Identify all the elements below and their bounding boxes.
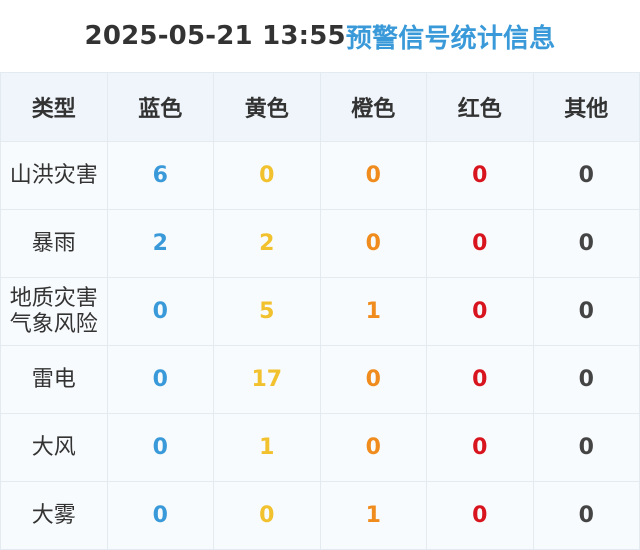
cell-red-count: 0 bbox=[426, 345, 534, 414]
cell-yellow-count: 2 bbox=[213, 209, 321, 278]
row-type-label: 暴雨 bbox=[0, 209, 108, 278]
cell-other-count: 0 bbox=[532, 413, 640, 482]
cell-other-count: 0 bbox=[532, 209, 640, 278]
cell-orange-count: 1 bbox=[319, 277, 427, 346]
cell-blue-count: 0 bbox=[106, 413, 214, 482]
title-text: 预警信号统计信息 bbox=[345, 23, 556, 54]
type-label-line: 暴雨 bbox=[31, 230, 76, 256]
type-label-line: 气象风险 bbox=[9, 311, 98, 337]
cell-blue-count: 6 bbox=[106, 141, 214, 210]
column-header-blue: 蓝色 bbox=[106, 72, 214, 142]
cell-orange-count: 0 bbox=[319, 345, 427, 414]
page-title: 2025-05-21 13:55 预警信号统计信息 bbox=[0, 0, 640, 72]
cell-red-count: 0 bbox=[426, 141, 534, 210]
cell-yellow-count: 0 bbox=[213, 141, 321, 210]
cell-yellow-count: 5 bbox=[213, 277, 321, 346]
column-header-other: 其他 bbox=[532, 72, 640, 142]
table-header-row: 类型 蓝色 黄色 橙色 红色 其他 bbox=[0, 72, 640, 142]
table-row: 地质灾害 气象风险 0 5 1 0 0 bbox=[0, 277, 640, 346]
cell-yellow-count: 17 bbox=[213, 345, 321, 414]
table-row: 山洪灾害 6 0 0 0 0 bbox=[0, 141, 640, 210]
cell-orange-count: 0 bbox=[319, 141, 427, 210]
cell-red-count: 0 bbox=[426, 209, 534, 278]
cell-blue-count: 0 bbox=[106, 481, 214, 550]
table-row: 大雾 0 0 1 0 0 bbox=[0, 481, 640, 550]
row-type-label: 地质灾害 气象风险 bbox=[0, 277, 108, 346]
type-label-line: 地质灾害 bbox=[9, 285, 98, 311]
type-label-line: 大风 bbox=[31, 434, 76, 460]
row-type-label: 雷电 bbox=[0, 345, 108, 414]
column-header-red: 红色 bbox=[426, 72, 534, 142]
cell-other-count: 0 bbox=[532, 345, 640, 414]
cell-red-count: 0 bbox=[426, 277, 534, 346]
cell-other-count: 0 bbox=[532, 481, 640, 550]
cell-blue-count: 0 bbox=[106, 345, 214, 414]
column-header-type: 类型 bbox=[0, 72, 108, 142]
cell-orange-count: 0 bbox=[319, 413, 427, 482]
row-type-label: 山洪灾害 bbox=[0, 141, 108, 210]
cell-orange-count: 1 bbox=[319, 481, 427, 550]
column-header-yellow: 黄色 bbox=[213, 72, 321, 142]
cell-yellow-count: 0 bbox=[213, 481, 321, 550]
cell-blue-count: 0 bbox=[106, 277, 214, 346]
table-row: 大风 0 1 0 0 0 bbox=[0, 413, 640, 482]
type-label-line: 山洪灾害 bbox=[9, 162, 98, 188]
row-type-label: 大风 bbox=[0, 413, 108, 482]
type-label-line: 大雾 bbox=[31, 502, 76, 528]
title-datetime: 2025-05-21 13:55 bbox=[84, 21, 346, 51]
type-label-line: 雷电 bbox=[31, 366, 76, 392]
cell-red-count: 0 bbox=[426, 481, 534, 550]
cell-other-count: 0 bbox=[532, 141, 640, 210]
row-type-label: 大雾 bbox=[0, 481, 108, 550]
warning-stats-table: 类型 蓝色 黄色 橙色 红色 其他 山洪灾害 6 0 0 0 0 暴雨 2 2 … bbox=[0, 72, 640, 550]
table-row: 雷电 0 17 0 0 0 bbox=[0, 345, 640, 414]
cell-yellow-count: 1 bbox=[213, 413, 321, 482]
table-row: 暴雨 2 2 0 0 0 bbox=[0, 209, 640, 278]
column-header-orange: 橙色 bbox=[319, 72, 427, 142]
cell-other-count: 0 bbox=[532, 277, 640, 346]
cell-red-count: 0 bbox=[426, 413, 534, 482]
cell-orange-count: 0 bbox=[319, 209, 427, 278]
cell-blue-count: 2 bbox=[106, 209, 214, 278]
